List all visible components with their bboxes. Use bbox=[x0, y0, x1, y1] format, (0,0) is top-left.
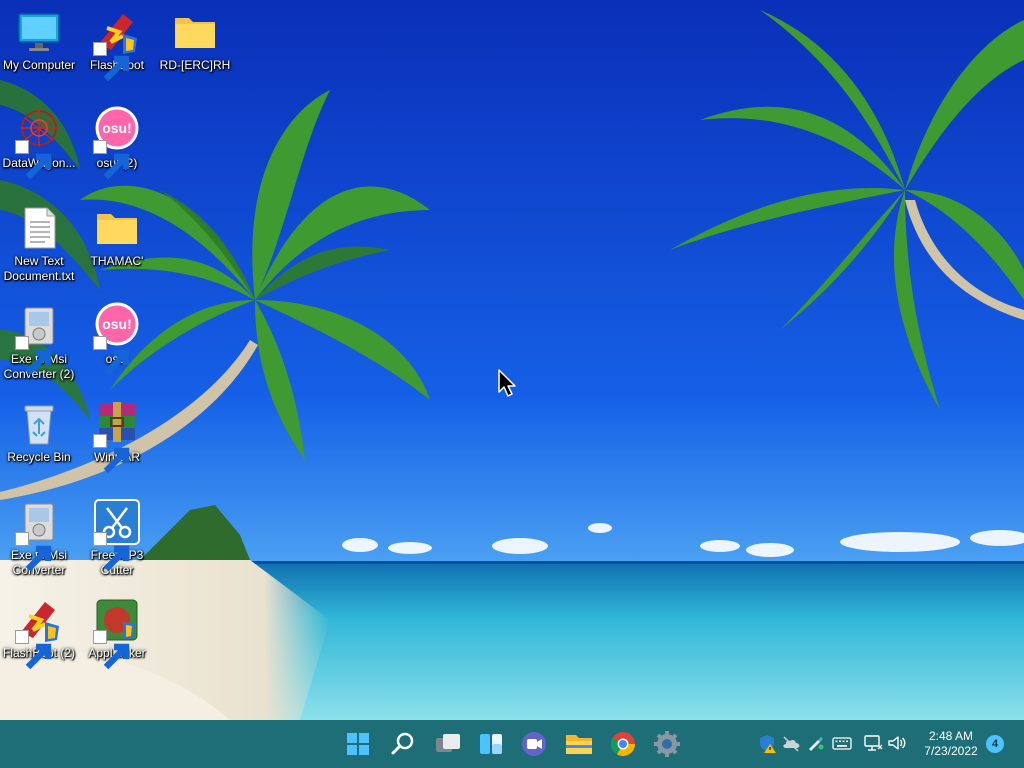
task-view-button[interactable] bbox=[430, 726, 466, 762]
applocker-icon bbox=[93, 596, 141, 670]
desktop-icon-flashboot[interactable]: FlashBoot bbox=[78, 8, 156, 82]
desktop-icon-flashboot-2[interactable]: FlashBoot (2) bbox=[0, 596, 78, 670]
widgets-button[interactable] bbox=[473, 726, 509, 762]
desktop-icon-exe-to-msi-converter-2[interactable]: Exe to Msi Converter (2) bbox=[0, 302, 78, 382]
desktop-icon-label: Recycle Bin bbox=[7, 450, 71, 464]
osu-icon: osu! bbox=[93, 302, 141, 376]
shortcut-arrow-icon bbox=[93, 42, 130, 82]
desktop-icon-osu-2[interactable]: osu! osu! (2) bbox=[78, 106, 156, 180]
flashboot-icon bbox=[15, 596, 63, 670]
start-button[interactable] bbox=[340, 726, 376, 762]
desktop-icon-label: My Computer bbox=[2, 58, 76, 72]
shortcut-arrow-icon bbox=[15, 532, 52, 572]
pen-tray-button[interactable] bbox=[804, 732, 826, 754]
winrar-icon bbox=[93, 400, 141, 474]
shortcut-arrow-icon bbox=[93, 434, 130, 474]
clock-date: 7/23/2022 bbox=[924, 744, 978, 758]
desktop-icon-folder-rd-erc-rh[interactable]: RD-[ERC]RH bbox=[156, 8, 234, 73]
settings-button[interactable] bbox=[649, 726, 685, 762]
monitor-icon bbox=[15, 8, 63, 56]
settings-icon bbox=[654, 731, 680, 757]
windows-security-icon bbox=[760, 735, 776, 753]
installer-icon bbox=[15, 302, 63, 376]
desktop-icon-label: New Text Document.txt bbox=[3, 254, 75, 283]
keyboard-icon bbox=[832, 737, 852, 750]
shortcut-arrow-icon bbox=[93, 140, 130, 180]
desktop-icon-recycle-bin[interactable]: Recycle Bin bbox=[0, 400, 78, 465]
chat-button[interactable] bbox=[516, 726, 552, 762]
scissors-icon bbox=[93, 498, 141, 572]
start-icon bbox=[347, 733, 369, 755]
shortcut-arrow-icon bbox=[93, 336, 130, 376]
search-button[interactable] bbox=[385, 726, 421, 762]
search-icon bbox=[391, 732, 414, 755]
mouse-pointer-icon bbox=[498, 369, 516, 397]
folder-icon bbox=[93, 204, 141, 252]
svg-text:osu!: osu! bbox=[102, 120, 132, 136]
recycle-bin-icon bbox=[15, 400, 63, 448]
clock-time: 2:48 AM bbox=[928, 729, 974, 743]
keyboard-tray-button[interactable] bbox=[831, 732, 853, 754]
pen-icon bbox=[809, 737, 824, 751]
file-explorer-icon bbox=[566, 735, 592, 754]
desktop-icon-my-computer[interactable]: My Computer bbox=[0, 8, 78, 73]
shortcut-arrow-icon bbox=[15, 336, 52, 376]
desktop-icon-exe-to-msi-converter[interactable]: Exe to Msi Converter bbox=[0, 498, 78, 578]
security-tray-button[interactable] bbox=[756, 732, 778, 754]
desktop-icon-label: THAMAC' bbox=[90, 254, 144, 268]
desktop-icon-winrar[interactable]: WinRAR bbox=[78, 400, 156, 474]
teams-chat-icon bbox=[522, 732, 546, 756]
network-icon bbox=[864, 735, 883, 751]
shortcut-arrow-icon bbox=[93, 532, 130, 572]
notification-badge[interactable]: 4 bbox=[986, 735, 1004, 753]
taskbar: 2:48 AM 7/23/2022 bbox=[0, 720, 1024, 768]
desktop-icon-datawagon[interactable]: DataWagon... bbox=[0, 106, 78, 180]
text-file-icon bbox=[15, 204, 63, 252]
desktop[interactable]: My Computer FlashBoot RD-[ERC]RH DataWag… bbox=[0, 0, 1024, 720]
installer-icon bbox=[15, 498, 63, 572]
file-explorer-button[interactable] bbox=[561, 726, 597, 762]
desktop-icon-folder-thamac[interactable]: THAMAC' bbox=[78, 204, 156, 269]
desktop-icon-applocker[interactable]: AppLocker bbox=[78, 596, 156, 670]
folder-icon bbox=[171, 8, 219, 56]
flashboot-icon bbox=[93, 8, 141, 82]
datawagon-icon bbox=[15, 106, 63, 180]
onedrive-icon bbox=[783, 736, 800, 752]
clock[interactable]: 2:48 AM 7/23/2022 bbox=[915, 729, 987, 759]
desktop-icon-label: RD-[ERC]RH bbox=[159, 58, 231, 72]
chrome-icon bbox=[610, 732, 635, 757]
svg-text:osu!: osu! bbox=[102, 316, 132, 332]
network-tray-button[interactable] bbox=[862, 732, 884, 754]
shortcut-arrow-icon bbox=[93, 630, 130, 670]
desktop-icon-free-mp3-cutter[interactable]: Free MP3 Cutter bbox=[78, 498, 156, 578]
onedrive-tray-button[interactable] bbox=[780, 732, 802, 754]
shortcut-arrow-icon bbox=[15, 140, 52, 180]
widgets-icon bbox=[480, 734, 502, 754]
desktop-icon-osu[interactable]: osu! osu! bbox=[78, 302, 156, 376]
osu-icon: osu! bbox=[93, 106, 141, 180]
chrome-button[interactable] bbox=[605, 726, 641, 762]
volume-tray-button[interactable] bbox=[886, 732, 908, 754]
shortcut-arrow-icon bbox=[15, 630, 52, 670]
volume-icon bbox=[888, 736, 906, 750]
desktop-icon-new-text-document[interactable]: New Text Document.txt bbox=[0, 204, 78, 284]
task-view-icon bbox=[436, 734, 460, 752]
